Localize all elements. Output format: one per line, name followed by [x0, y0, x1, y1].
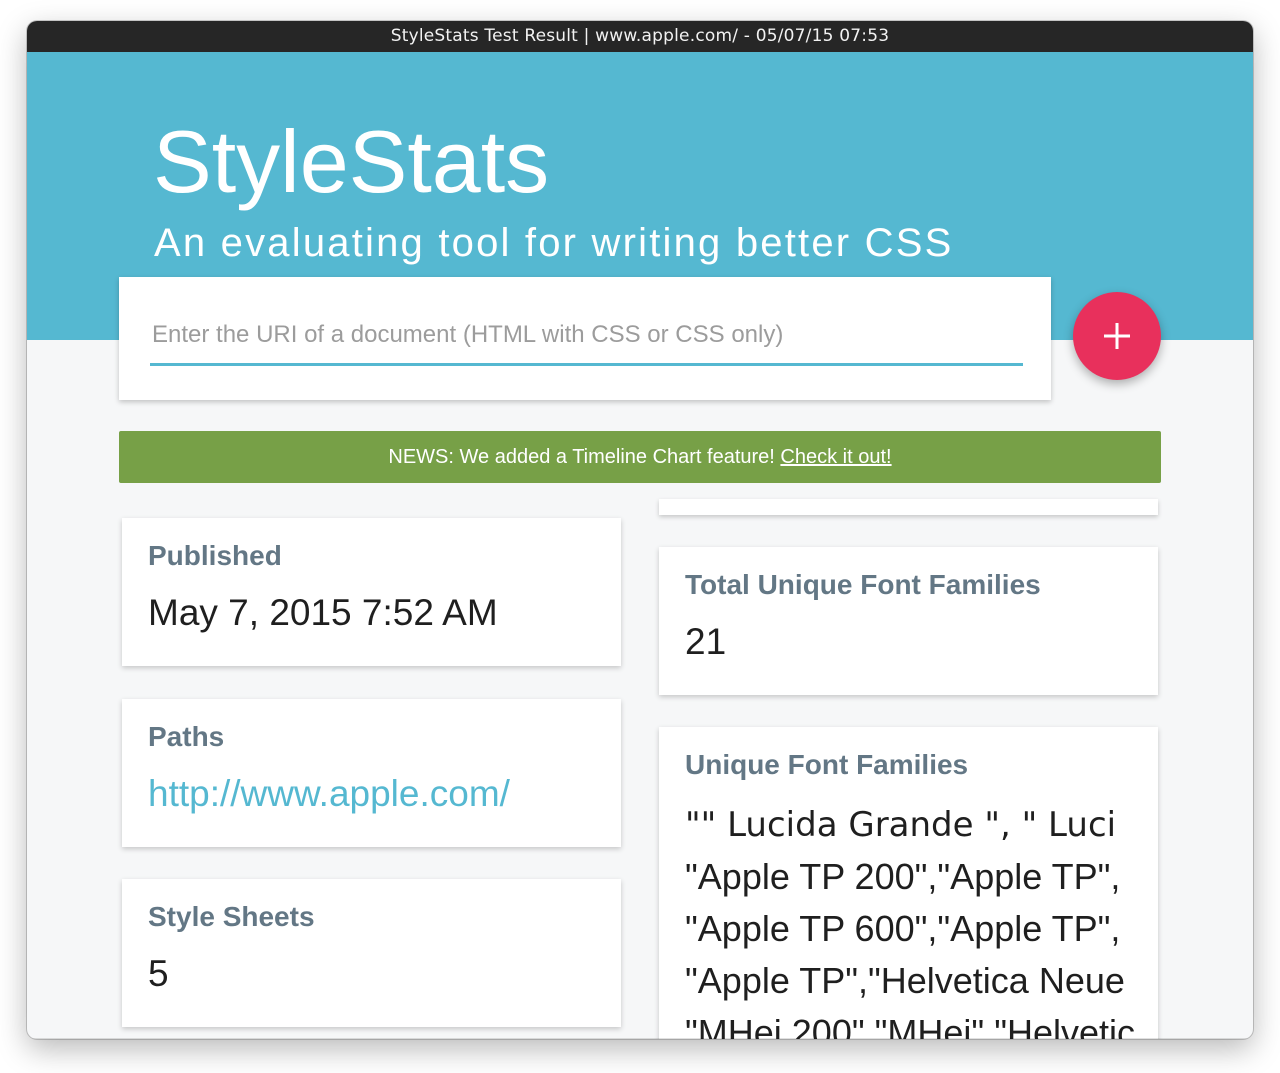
font-family-item: "MHei 200","MHei","Helvetic [685, 1012, 1135, 1039]
total-font-families-card: Total Unique Font Families 21 [659, 547, 1158, 695]
add-button[interactable] [1073, 292, 1161, 380]
font-family-item: "Apple TP 600","Apple TP", [685, 908, 1121, 949]
font-families-list: "" Lucida Grande ", " Luci "Apple TP 200… [685, 799, 1135, 1039]
style-sheets-label: Style Sheets [148, 901, 315, 932]
font-family-item: "Apple TP","Helvetica Neue [685, 960, 1125, 1001]
style-sheets-value: 5 [148, 953, 169, 994]
app-subtitle: An evaluating tool for writing better CS… [154, 221, 954, 265]
published-label: Published [148, 540, 282, 571]
search-card [119, 277, 1051, 400]
total-font-families-label: Total Unique Font Families [685, 569, 1041, 600]
news-banner: NEWS: We added a Timeline Chart feature!… [119, 431, 1161, 483]
uri-input[interactable] [150, 307, 1023, 366]
browser-window: StyleStats Test Result | www.apple.com/ … [27, 21, 1253, 1039]
total-font-families-value: 21 [685, 621, 727, 662]
app-title: StyleStats [153, 112, 550, 211]
paths-link[interactable]: http://www.apple.com/ [148, 773, 510, 814]
paths-label: Paths [148, 721, 225, 752]
style-sheets-card: Style Sheets 5 [122, 879, 621, 1027]
news-link[interactable]: Check it out! [780, 446, 891, 468]
published-card: Published May 7, 2015 7:52 AM [122, 518, 621, 666]
previous-card-edge [659, 499, 1158, 515]
paths-card: Paths http://www.apple.com/ [122, 699, 621, 847]
plus-icon [1104, 323, 1130, 349]
published-value: May 7, 2015 7:52 AM [148, 592, 498, 633]
window-bottom-edge [27, 1038, 1253, 1039]
unique-font-families-card: Unique Font Families "" Lucida Grande ",… [659, 727, 1158, 1039]
news-text: NEWS: We added a Timeline Chart feature! [388, 446, 781, 468]
unique-font-families-label: Unique Font Families [685, 749, 969, 780]
window-title: StyleStats Test Result | www.apple.com/ … [27, 21, 1253, 52]
font-family-item: "" Lucida Grande ", " Luci [685, 805, 1117, 845]
font-family-item: "Apple TP 200","Apple TP", [685, 856, 1121, 897]
